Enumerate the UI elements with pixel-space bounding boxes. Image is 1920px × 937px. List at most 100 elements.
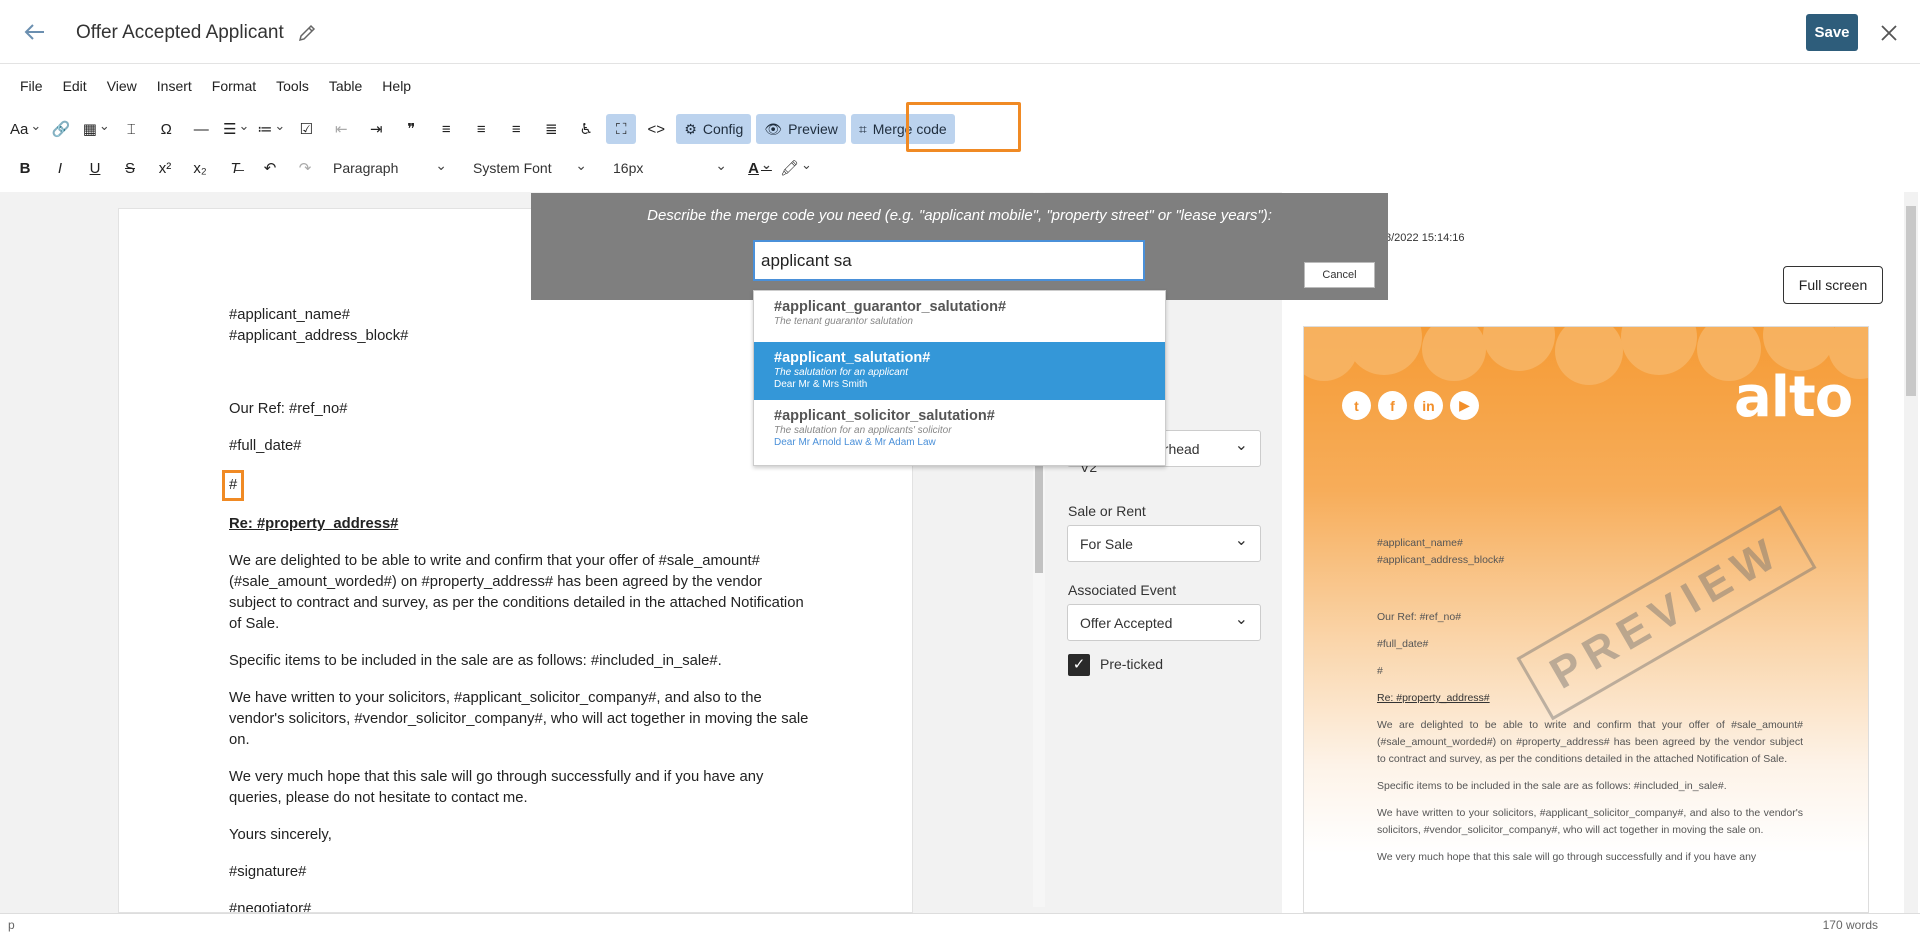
letter-date: #full_date# — [229, 438, 302, 454]
preview-scroll-thumb[interactable] — [1906, 206, 1916, 396]
merge-search-input[interactable] — [753, 240, 1145, 281]
sale-or-rent-value: For Sale — [1080, 535, 1133, 552]
word-count[interactable]: 170 words — [1823, 918, 1878, 932]
outdent-icon[interactable]: ⇤ — [326, 114, 356, 144]
facebook-icon: f — [1378, 391, 1407, 420]
strikethrough-icon[interactable]: S — [115, 153, 145, 183]
text-color-icon[interactable]: A — [745, 153, 775, 183]
preview-sheet: t f in ▶ alto #applicant_name# #applican… — [1303, 326, 1869, 913]
undo-icon[interactable]: ↶ — [255, 153, 285, 183]
sale-or-rent-label: Sale or Rent — [1068, 503, 1146, 519]
menubar: File Edit View Insert Format Tools Table… — [10, 78, 421, 98]
preview-paragraph: Specific items to be included in the sal… — [1377, 780, 1727, 792]
suggestion-example: Dear Mr Arnold Law & Mr Adam Law — [774, 437, 936, 448]
align-center-icon[interactable]: ≡ — [466, 114, 496, 144]
menu-tools[interactable]: Tools — [276, 78, 309, 98]
link-icon[interactable]: 🔗 — [46, 114, 76, 144]
preticked-label: Pre-ticked — [1100, 656, 1164, 672]
align-right-icon[interactable]: ≡ — [501, 114, 531, 144]
status-bar: p 170 words — [0, 913, 1920, 937]
suggestion-item-selected[interactable]: #applicant_salutation# The salutation fo… — [754, 342, 1165, 400]
block-format-select[interactable]: Paragraph — [325, 154, 455, 182]
twitter-icon: t — [1342, 391, 1371, 420]
superscript-icon[interactable]: x² — [150, 153, 180, 183]
fullscreen-toggle-icon[interactable]: ⛶ — [606, 114, 637, 144]
youtube-icon: ▶ — [1450, 391, 1479, 420]
cancel-button[interactable]: Cancel — [1304, 262, 1375, 288]
merge-code-dialog: Describe the merge code you need (e.g. "… — [531, 193, 1388, 300]
block-format-value: Paragraph — [333, 160, 399, 176]
preview-paragraph: We very much hope that this sale will go… — [1377, 851, 1757, 863]
table-icon[interactable]: ▦ — [81, 114, 111, 144]
menu-insert[interactable]: Insert — [157, 78, 192, 98]
accessibility-icon[interactable]: ♿ — [571, 114, 601, 144]
gear-icon: ⚙ — [684, 120, 697, 137]
config-label: Config — [702, 121, 744, 137]
suggestion-desc: The tenant guarantor salutation — [774, 316, 913, 327]
merge-suggestions: #applicant_guarantor_salutation# The ten… — [753, 290, 1166, 466]
font-size-value: 16px — [613, 160, 644, 176]
linkedin-icon: in — [1414, 391, 1443, 420]
fullscreen-button[interactable]: Full screen — [1783, 266, 1883, 304]
blockquote-icon[interactable]: ❞ — [396, 114, 426, 144]
underline-icon[interactable]: U — [80, 153, 110, 183]
letter-line: #applicant_address_block# — [229, 328, 409, 344]
align-left-icon[interactable]: ≡ — [431, 114, 461, 144]
menu-format[interactable]: Format — [212, 78, 256, 98]
font-family-select[interactable]: System Font — [465, 154, 595, 182]
letter-paragraph: We have written to your solicitors, #app… — [229, 690, 809, 748]
preview-paragraph: We are delighted to be able to write and… — [1377, 719, 1803, 765]
pencil-icon[interactable] — [296, 22, 318, 44]
letter-paragraph: We very much hope that this sale will go… — [229, 769, 764, 806]
bullet-list-icon[interactable]: ≔ — [256, 114, 286, 144]
sale-or-rent-select[interactable]: For Sale — [1067, 525, 1261, 562]
checklist-icon[interactable]: ☑ — [291, 114, 321, 144]
menu-file[interactable]: File — [20, 78, 43, 98]
menu-view[interactable]: View — [107, 78, 137, 98]
suggestion-code: #applicant_solicitor_salutation# — [774, 408, 995, 424]
menu-edit[interactable]: Edit — [63, 78, 87, 98]
letter-paragraph: We are delighted to be able to write and… — [229, 553, 804, 632]
indent-icon[interactable]: ⇥ — [361, 114, 391, 144]
preticked-checkbox[interactable]: ✓ — [1068, 654, 1090, 676]
associated-event-value: Offer Accepted — [1080, 614, 1173, 631]
back-arrow-icon[interactable] — [20, 18, 48, 46]
alto-logo: alto — [1734, 365, 1853, 430]
special-char-icon[interactable]: Ω — [151, 114, 181, 144]
bold-icon[interactable]: B — [10, 153, 40, 183]
suggestion-desc: The salutation for an applicants' solici… — [774, 425, 952, 436]
highlight-color-icon[interactable]: 🖍 — [780, 153, 812, 183]
suggestion-item[interactable]: #applicant_guarantor_salutation# The ten… — [754, 291, 1165, 339]
font-size-select[interactable]: 16px — [605, 154, 735, 182]
italic-icon[interactable]: I — [45, 153, 75, 183]
font-styles-icon[interactable]: Aa — [10, 114, 41, 144]
config-button[interactable]: ⚙ Config — [676, 114, 752, 144]
preview-button[interactable]: 👁 Preview — [756, 114, 846, 144]
numbered-list-icon[interactable]: ☰ — [221, 114, 251, 144]
menu-help[interactable]: Help — [382, 78, 411, 98]
align-justify-icon[interactable]: ≣ — [536, 114, 566, 144]
source-code-icon[interactable]: <> — [641, 114, 671, 144]
suggestion-item[interactable]: #applicant_solicitor_salutation# The sal… — [754, 400, 1165, 460]
menu-table[interactable]: Table — [329, 78, 362, 98]
social-icons: t f in ▶ — [1342, 391, 1486, 420]
page-break-icon[interactable]: ⌶ — [116, 114, 146, 144]
letter-ref: Our Ref: #ref_no# — [229, 401, 348, 417]
clear-format-icon[interactable]: T̶ — [220, 153, 250, 183]
redo-icon[interactable]: ↷ — [290, 153, 320, 183]
letter-body[interactable]: #applicant_name# #applicant_address_bloc… — [221, 305, 809, 913]
horizontal-line-icon[interactable]: — — [186, 114, 216, 144]
suggestion-code: #applicant_guarantor_salutation# — [774, 299, 1007, 315]
element-path[interactable]: p — [8, 918, 15, 932]
preview-paragraph: We have written to your solicitors, #app… — [1377, 807, 1803, 836]
associated-event-label: Associated Event — [1068, 582, 1177, 598]
letter-negotiator: #negotiator# — [229, 901, 312, 913]
suggestion-code: #applicant_salutation# — [774, 350, 931, 366]
subscript-icon[interactable]: x₂ — [185, 153, 215, 183]
preview-timestamp: 8/2022 15:14:16 — [1385, 232, 1465, 244]
associated-event-select[interactable]: Offer Accepted — [1067, 604, 1261, 641]
merge-code-button[interactable]: ⌗ Merge code — [850, 114, 955, 144]
header: Offer Accepted Applicant Save — [0, 0, 1920, 64]
close-icon[interactable] — [1876, 20, 1902, 46]
save-button[interactable]: Save — [1806, 14, 1858, 51]
